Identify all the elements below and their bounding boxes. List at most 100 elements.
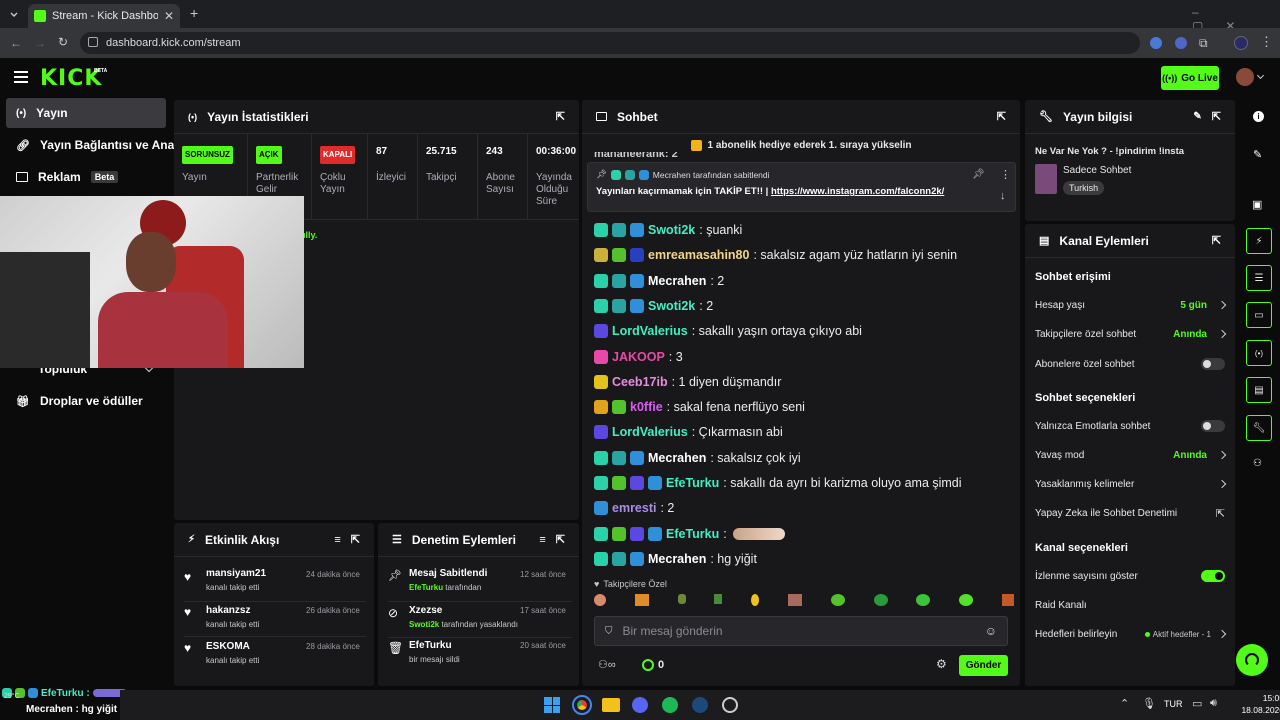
more-options-icon[interactable]: ⋮ xyxy=(1000,168,1011,181)
language-indicator[interactable]: TUR xyxy=(1164,699,1183,709)
popout-icon[interactable]: ⇱ xyxy=(556,110,565,123)
emote-icon[interactable] xyxy=(714,594,723,604)
banned-words-row[interactable]: Yasaklanmış kelimeler xyxy=(1035,477,1227,491)
chat-username[interactable]: emresti xyxy=(612,501,656,515)
chat-username[interactable]: Mecrahen xyxy=(648,274,706,288)
chat-input[interactable]: ⛉ Bir mesaj gönderin ☺ xyxy=(594,616,1008,646)
filter-icon[interactable]: ≡ xyxy=(334,534,340,546)
volume-icon[interactable]: 🔊︎ xyxy=(1210,697,1217,710)
popout-icon[interactable]: ⇱ xyxy=(351,533,360,546)
chat-message[interactable]: Mecrahen: hg yiğit xyxy=(594,548,757,570)
hamburger-menu-icon[interactable] xyxy=(14,71,28,83)
sidebar-item-yayin[interactable]: (•) Yayın xyxy=(6,98,166,128)
emoji-picker-icon[interactable]: ☺ xyxy=(985,624,997,638)
rail-chat-button[interactable]: ▭ xyxy=(1246,302,1272,328)
chat-message[interactable]: Swoti2k: 2 xyxy=(594,295,713,317)
pinned-message[interactable]: 📌︎ Mecrahen tarafından sabitlendi Yayınl… xyxy=(587,162,1016,212)
emote-icon[interactable] xyxy=(594,594,606,606)
extensions-puzzle-icon[interactable]: ⧉ xyxy=(1199,36,1208,51)
category-name[interactable]: Sadece Sohbet xyxy=(1063,165,1131,176)
chat-message[interactable]: EfeTurku: sakallı da ayrı bi karizma olu… xyxy=(594,472,962,494)
chat-username[interactable]: EfeTurku xyxy=(666,527,719,541)
discord-icon[interactable] xyxy=(632,697,648,713)
chat-settings-gear-icon[interactable]: ⚙ xyxy=(936,657,947,671)
emote-only-toggle[interactable] xyxy=(1201,420,1225,432)
pinned-link[interactable]: https://www.instagram.com/falconn2k/ xyxy=(771,186,944,197)
filter-icon[interactable]: ≡ xyxy=(539,534,545,546)
chat-users-icon[interactable]: ⚇∞ xyxy=(598,658,616,671)
chat-message[interactable]: LordValerius: Çıkarmasın abi xyxy=(594,421,783,443)
emote-icon[interactable] xyxy=(916,594,931,606)
emote-icon[interactable] xyxy=(873,594,888,606)
close-tab-icon[interactable]: ✕ xyxy=(164,9,174,23)
clock-time[interactable]: 15:05 xyxy=(1244,693,1280,703)
chat-username[interactable]: JAKOOP xyxy=(612,350,665,364)
raid-row[interactable]: Raid Kanalı xyxy=(1035,598,1225,612)
chat-username[interactable]: EfeTurku xyxy=(666,476,719,490)
site-info-icon[interactable] xyxy=(88,37,98,47)
sidebar-item-drops[interactable]: 🎁︎ Droplar ve ödüller xyxy=(6,386,166,416)
extension-icon[interactable] xyxy=(1150,37,1162,49)
info-icon[interactable]: i xyxy=(1253,111,1264,122)
chevron-down-icon[interactable] xyxy=(1256,71,1265,80)
popout-icon[interactable]: ⇱ xyxy=(1212,234,1221,247)
chat-username[interactable]: k0ffie xyxy=(630,400,663,414)
slow-mode-row[interactable]: Yavaş mod Anında xyxy=(1035,448,1227,462)
chat-message[interactable]: JAKOOP: 3 xyxy=(594,346,683,368)
layout-icon[interactable]: ▣ xyxy=(1252,198,1262,211)
chat-username[interactable]: Mecrahen xyxy=(648,552,706,566)
send-button[interactable]: Gönder xyxy=(959,655,1008,676)
extension-icon-2[interactable] xyxy=(1175,37,1187,49)
chat-message[interactable]: emreamasahin80: sakalsız agam yüz hatlar… xyxy=(594,244,957,266)
emote-icon[interactable] xyxy=(751,594,760,606)
popout-icon[interactable]: ⇱ xyxy=(1212,110,1221,123)
file-explorer-icon[interactable] xyxy=(602,698,620,712)
chat-message[interactable]: Swoti2k: şuanki xyxy=(594,219,742,241)
steam-icon[interactable] xyxy=(692,697,708,713)
expand-icon[interactable]: ↓ xyxy=(1000,190,1006,202)
back-icon[interactable]: ← xyxy=(10,36,22,50)
chat-username[interactable]: LordValerius xyxy=(612,425,688,439)
chat-message[interactable]: emresti: 2 xyxy=(594,497,674,519)
emote-icon[interactable] xyxy=(634,594,649,606)
network-icon[interactable]: ▭ xyxy=(1192,697,1202,710)
emote-icon[interactable] xyxy=(1001,594,1014,606)
rail-moderation-button[interactable]: ☰ xyxy=(1246,265,1272,291)
chat-message[interactable]: LordValerius: sakallı yaşın ortaya çıkıy… xyxy=(594,320,862,342)
chat-username[interactable]: emreamasahin80 xyxy=(648,248,749,262)
followers-chat-row[interactable]: Takipçilere özel sohbet Anında xyxy=(1035,327,1227,341)
ai-moderation-row[interactable]: Yapay Zeka ile Sohbet Denetimi ⇱ xyxy=(1035,506,1225,520)
support-button[interactable] xyxy=(1236,644,1268,676)
chat-message[interactable]: Mecrahen: sakalsız çok iyi xyxy=(594,447,801,469)
address-bar[interactable]: dashboard.kick.com/stream xyxy=(80,32,1140,54)
more-widgets-icon[interactable]: ⚇ xyxy=(1253,458,1262,469)
chat-username[interactable]: Swoti2k xyxy=(648,223,695,237)
chat-username[interactable]: Swoti2k xyxy=(648,299,695,313)
popout-icon[interactable]: ⇱ xyxy=(997,110,1006,123)
emote-icon[interactable] xyxy=(787,594,802,606)
popout-icon[interactable]: ⇱ xyxy=(556,533,565,546)
forward-icon[interactable]: → xyxy=(34,36,46,50)
browser-tab[interactable]: Stream - Kick Dashboard ✕ xyxy=(28,4,180,28)
emote-icon[interactable] xyxy=(959,594,974,606)
tab-list-icon[interactable] xyxy=(8,8,20,20)
browser-menu-icon[interactable]: ⋮ xyxy=(1260,34,1273,50)
sidebar-item-stream-key[interactable]: 🔗︎ Yayın Bağlantısı ve Anahtar xyxy=(6,130,174,160)
chat-message[interactable]: k0ffie: sakal fena nerflüyo seni xyxy=(594,396,805,418)
chat-username[interactable]: Ceeb17ib xyxy=(612,375,668,389)
chat-message[interactable]: Ceeb17ib: 1 diyen düşmandır xyxy=(594,371,781,393)
emote-icon[interactable] xyxy=(830,594,845,606)
viewer-count-toggle[interactable] xyxy=(1201,570,1225,582)
rail-stream-info-button[interactable]: 🔧︎ xyxy=(1246,415,1272,441)
account-age-row[interactable]: Hesap yaşı 5 gün xyxy=(1035,298,1227,312)
unpin-icon[interactable]: 📌︎ xyxy=(972,169,985,180)
new-tab-icon[interactable]: + xyxy=(190,5,198,21)
tray-chevron-icon[interactable]: ⌃ xyxy=(1120,697,1129,710)
clock-date[interactable]: 18.08.2026 xyxy=(1224,705,1280,715)
sidebar-item-ads[interactable]: Reklam Beta xyxy=(6,162,166,192)
chat-message[interactable]: EfeTurku: xyxy=(594,523,785,545)
profile-avatar[interactable] xyxy=(1234,36,1248,50)
go-live-button[interactable]: ((•)) Go Live xyxy=(1161,66,1219,90)
emote-icon[interactable] xyxy=(677,594,686,604)
reload-icon[interactable]: ↻ xyxy=(58,35,68,49)
